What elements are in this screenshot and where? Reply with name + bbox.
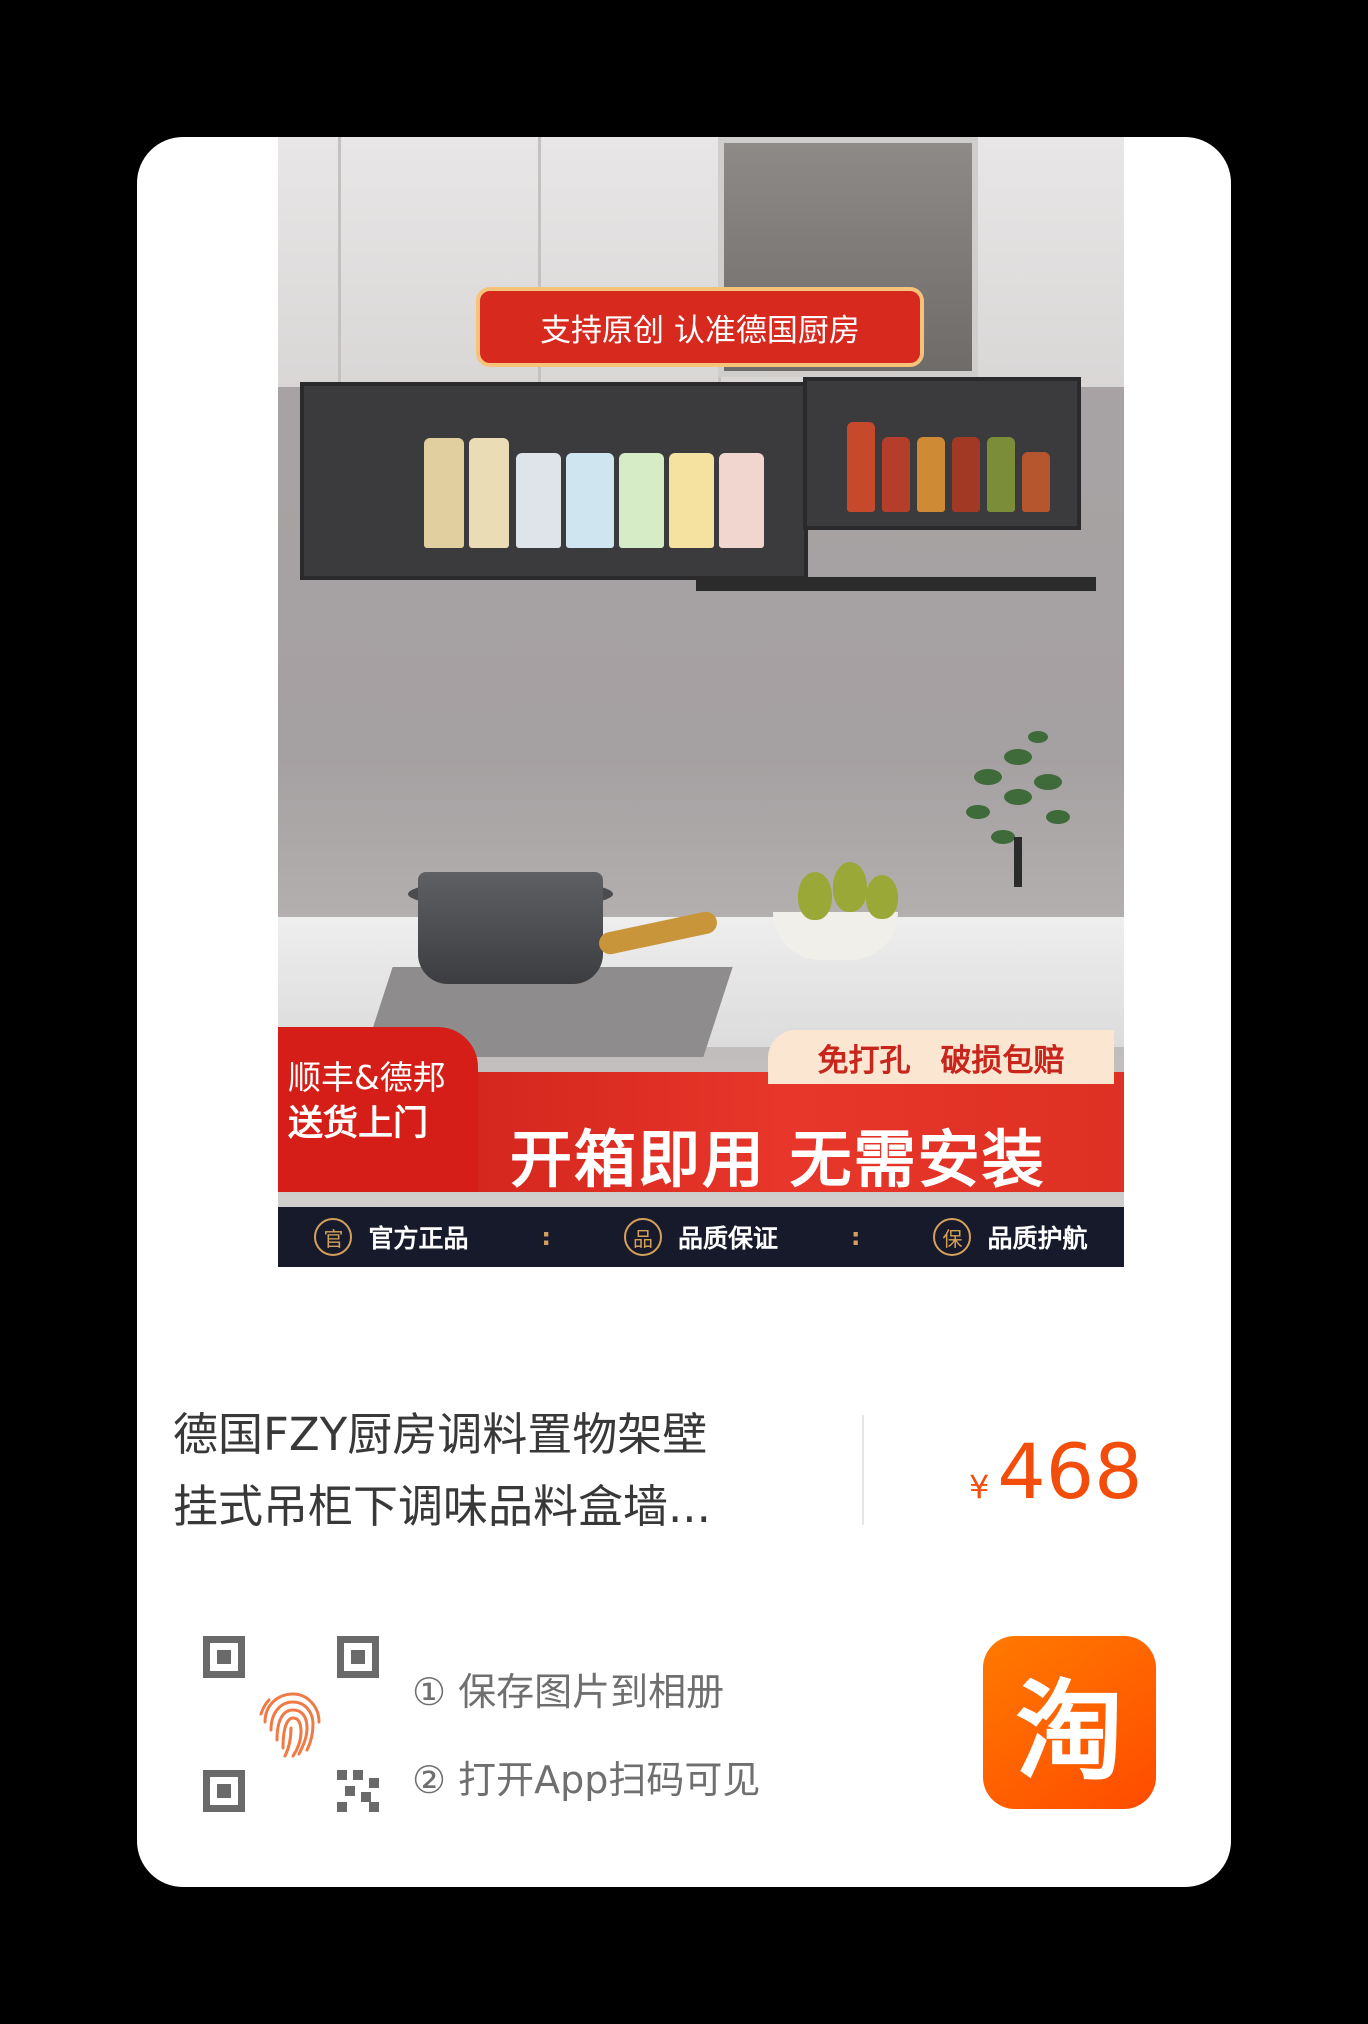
plant bbox=[918, 697, 1118, 897]
dish-shelf bbox=[696, 577, 1096, 591]
protection-seal-icon: 保 bbox=[933, 1218, 972, 1256]
price: ¥ 468 bbox=[969, 1427, 1143, 1516]
badge-protection: 保 品质护航 bbox=[933, 1218, 1087, 1256]
product-title[interactable]: 德国FZY厨房调料置物架壁 挂式吊柜下调味品料盒墙... bbox=[173, 1399, 793, 1543]
product-image[interactable]: 支持原创 认准德国厨房 顺丰&德邦 送货上门 免打孔 破损包赔 开箱即用 无需安… bbox=[278, 137, 1124, 1267]
spice-rack-right bbox=[803, 377, 1081, 530]
fingerprint-icon bbox=[259, 1692, 321, 1758]
step-save-image: ① 保存图片到相册 bbox=[412, 1670, 725, 1714]
share-instructions: ① 保存图片到相册 ② 打开App扫码可见 bbox=[412, 1648, 760, 1824]
taobao-app-icon[interactable]: 淘 bbox=[983, 1636, 1156, 1809]
share-card: 支持原创 认准德国厨房 顺丰&德邦 送货上门 免打孔 破损包赔 开箱即用 无需安… bbox=[137, 137, 1231, 1887]
qr-code[interactable] bbox=[203, 1636, 379, 1812]
quality-seal-icon: 品 bbox=[623, 1218, 662, 1256]
step-open-app: ② 打开App扫码可见 bbox=[412, 1758, 761, 1802]
original-design-banner: 支持原创 认准德国厨房 bbox=[476, 287, 924, 367]
badge-official: 官 官方正品 bbox=[314, 1218, 468, 1256]
delivery-tag: 顺丰&德邦 送货上门 bbox=[278, 1027, 478, 1192]
spice-rack-left bbox=[300, 382, 808, 580]
badge-bar: 官 官方正品 : 品 品质保证 : 保 品质护航 bbox=[278, 1207, 1124, 1267]
badge-quality: 品 品质保证 bbox=[623, 1218, 778, 1256]
pot bbox=[418, 872, 603, 984]
divider bbox=[862, 1415, 864, 1525]
slogan: 开箱即用 无需安装 bbox=[510, 1123, 1046, 1196]
official-seal-icon: 官 bbox=[314, 1218, 353, 1256]
promo-pill: 免打孔 破损包赔 bbox=[768, 1030, 1114, 1084]
